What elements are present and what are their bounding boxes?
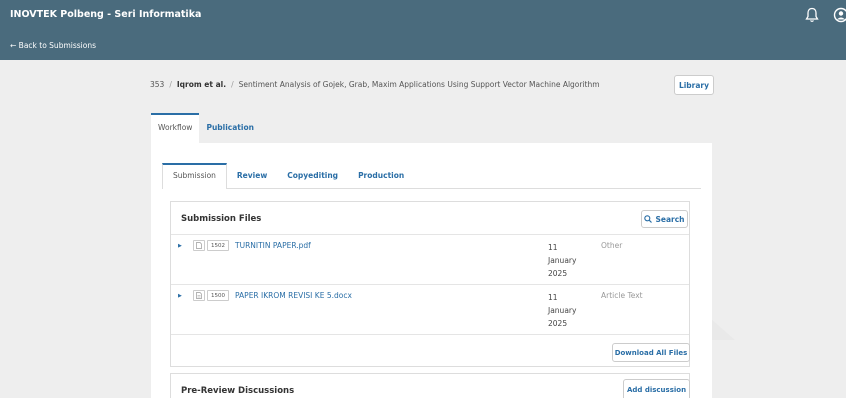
document-file-icon: [193, 290, 205, 301]
file-type: Article Text: [601, 291, 643, 300]
file-id: 1502: [207, 240, 229, 251]
pre-review-discussions: Pre-Review Discussions Add discussion: [170, 373, 690, 398]
workflow-stage-tabs: Submission Review Copyediting Production: [162, 163, 701, 189]
submission-files-grid: Submission Files Search ▶ 1502 TURNITIN …: [170, 201, 690, 367]
tab-copyediting[interactable]: Copyediting: [277, 163, 348, 188]
pdf-file-icon: [193, 240, 205, 251]
submission-author: Iqrom et al.: [176, 80, 227, 89]
breadcrumb-separator: /: [169, 80, 172, 89]
file-row: ▶ 1500 PAPER IKROM REVISI KE 5.docx 11 J…: [171, 285, 689, 335]
main-tabs: Workflow Publication: [151, 113, 261, 143]
file-id: 1500: [207, 290, 229, 301]
submission-files-header: Submission Files Search: [171, 202, 689, 235]
expand-caret-icon[interactable]: ▶: [178, 293, 182, 299]
submission-title: Sentiment Analysis of Gojek, Grab, Maxim…: [238, 80, 600, 89]
download-all-files-button[interactable]: Download All Files: [612, 343, 690, 362]
tab-production[interactable]: Production: [348, 163, 414, 188]
file-date-year: 2025: [548, 269, 568, 278]
tab-publication[interactable]: Publication: [199, 113, 261, 143]
workflow-panel: Submission Review Copyediting Production…: [151, 143, 712, 398]
discussions-title: Pre-Review Discussions: [181, 386, 295, 396]
file-date: 11 January 2025: [548, 241, 588, 280]
expand-caret-icon[interactable]: ▶: [178, 243, 182, 249]
tab-workflow[interactable]: Workflow: [151, 113, 200, 143]
bell-icon[interactable]: [805, 7, 819, 23]
search-button[interactable]: Search: [641, 210, 688, 228]
library-button[interactable]: Library: [674, 75, 714, 95]
submission-files-title: Submission Files: [181, 214, 262, 224]
tab-review[interactable]: Review: [227, 163, 277, 188]
breadcrumb-separator: /: [231, 80, 234, 89]
file-date-day: 11: [548, 243, 558, 252]
add-discussion-button[interactable]: Add discussion: [623, 379, 690, 398]
search-icon: [644, 215, 653, 223]
file-type: Other: [601, 241, 623, 250]
breadcrumb: 353 / Iqrom et al. / Sentiment Analysis of G…: [150, 80, 600, 89]
search-label: Search: [655, 214, 685, 224]
top-bar: INOVTEK Polbeng - Seri Informatika ← Bac…: [0, 0, 846, 60]
file-date-month: January: [548, 306, 577, 315]
file-row: ▶ 1502 TURNITIN PAPER.pdf 11 January 202…: [171, 235, 689, 285]
file-name-link[interactable]: TURNITIN PAPER.pdf: [235, 241, 311, 250]
file-date-day: 11: [548, 293, 558, 302]
submission-id: 353: [150, 80, 165, 89]
file-date-year: 2025: [548, 319, 568, 328]
site-title[interactable]: INOVTEK Polbeng - Seri Informatika: [10, 9, 201, 20]
file-date: 11 January 2025: [548, 291, 588, 330]
back-to-submissions-link[interactable]: ← Back to Submissions: [10, 41, 96, 50]
file-date-month: January: [548, 256, 577, 265]
tab-submission[interactable]: Submission: [162, 163, 227, 189]
file-name-link[interactable]: PAPER IKROM REVISI KE 5.docx: [235, 291, 352, 300]
user-account-icon[interactable]: [833, 7, 846, 23]
